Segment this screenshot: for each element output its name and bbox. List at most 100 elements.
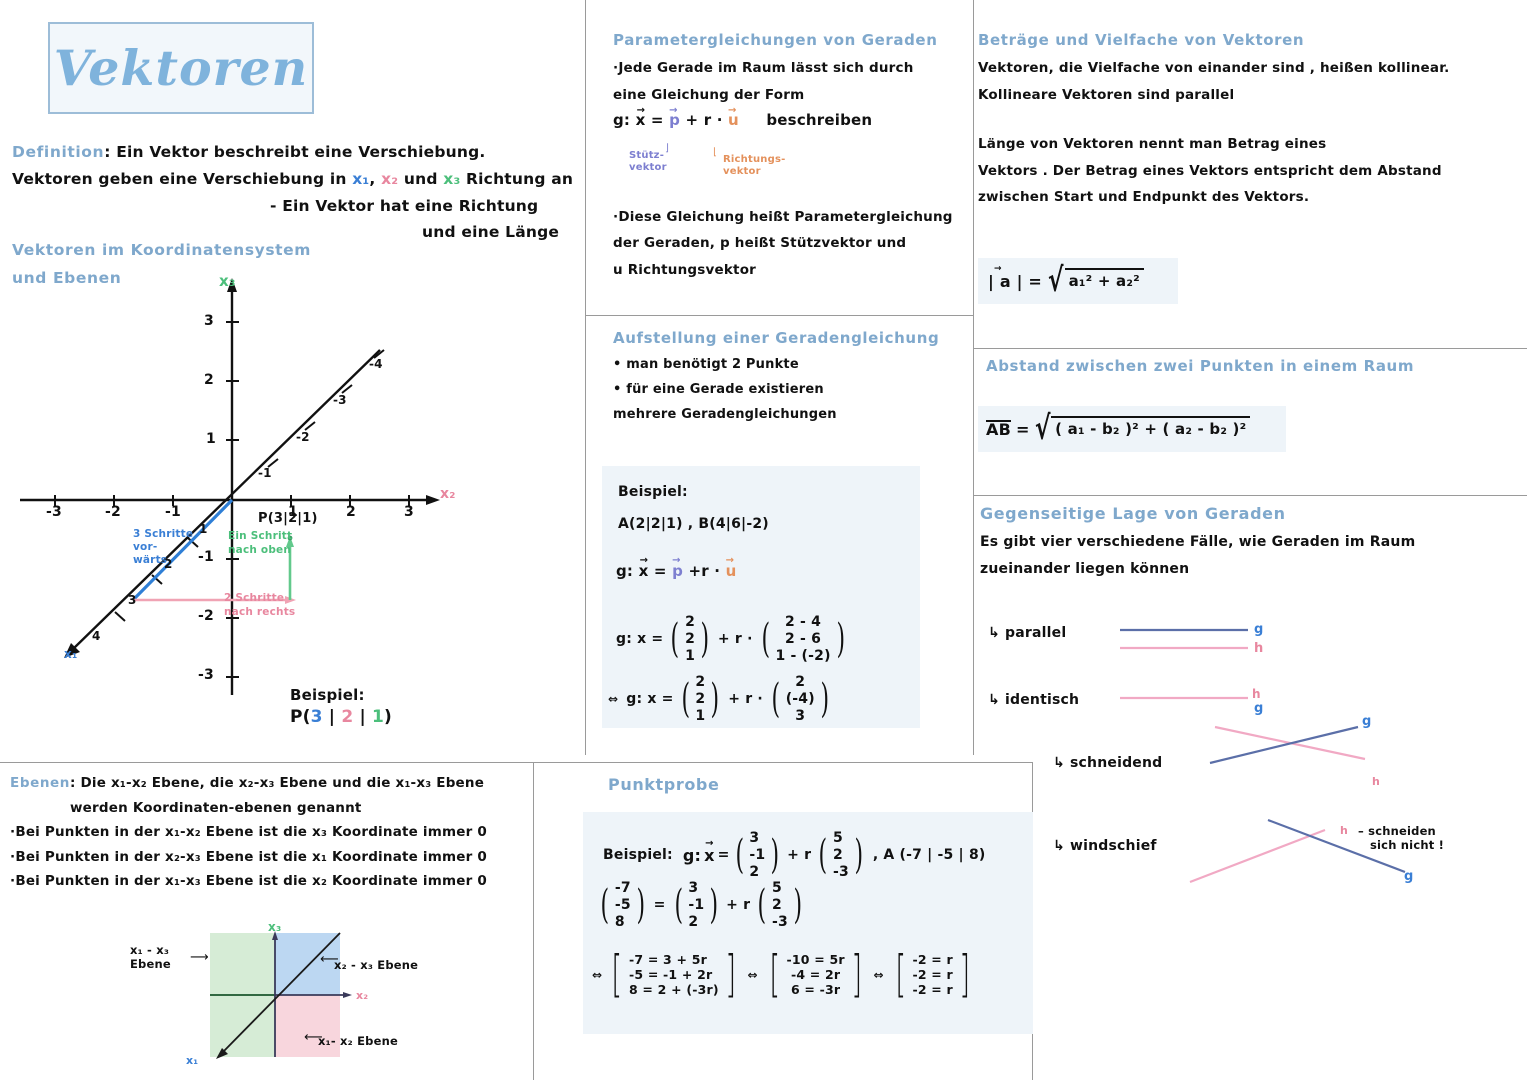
aufst-eq3-vec1-r3: 1 <box>695 707 706 724</box>
bracket-left: [ <box>611 945 623 1003</box>
coord-tick-x1-4: 4 <box>92 629 101 643</box>
aufst-eq2-vec1-r2: 2 <box>685 630 696 647</box>
aufst-eq1-equals: = <box>653 562 667 580</box>
betraege-formula-box: → | a | = √ a₁² + a₂² <box>978 258 1178 304</box>
coord-tick-x1-neg1: -1 <box>258 466 272 480</box>
punktprobe-row2-u-r2: 2 <box>772 896 782 913</box>
coord-tick-x3-2: 2 <box>204 372 214 388</box>
aufstellung-bullet-2: • für eine Gerade existieren <box>613 382 824 398</box>
aufst-eq3-vec2-r1: 2 <box>795 674 806 690</box>
ebenen-label-x1x3: x₁ - x₃ Ebene <box>130 943 171 972</box>
punktprobe-vec-u: (5 2 -3) <box>815 830 867 880</box>
punktprobe-eq-equals: = <box>717 847 730 864</box>
punktprobe-vec-p-r1: 3 <box>749 830 760 846</box>
abstand-formula-equals: = <box>1015 419 1030 439</box>
aufst-eq3-vec2-r3: 3 <box>795 707 806 724</box>
lage-case-schneidend-h: h <box>1372 775 1381 788</box>
radical-icon: √ <box>1047 262 1064 300</box>
paren-left: ( <box>674 881 683 928</box>
page-title: Vektoren <box>53 39 309 97</box>
coord-note-green-line-1: Ein Schritt <box>228 530 293 542</box>
paren-left: ( <box>761 615 770 662</box>
definition-line-4: und eine Länge <box>422 223 560 242</box>
param-annotation-richt-line-1: Richtungs- <box>723 154 786 165</box>
punktprobe-row2-plus: + r <box>726 897 751 914</box>
coord-example-sep2: | <box>353 707 373 727</box>
definition-text-1: : Ein Vektor beschreibt eine Verschiebun… <box>104 143 486 161</box>
ebenen-axis-label-x2: x₂ <box>356 989 369 1002</box>
punktprobe-vec-u-r2: 2 <box>833 846 843 863</box>
divider-bottom-horizontal-left <box>0 762 533 763</box>
lage-case-windschief-note: – schneiden sich nicht ! <box>1358 824 1444 853</box>
aufstellung-example-box: Beispiel: A(2|2|1) , B(4|6|-2) g: → x = →… <box>602 466 920 728</box>
param-heading: Parametergleichungen von Geraden <box>613 31 938 49</box>
punktprobe-equation-1: Beispiel: g: → x = (3 -1 2) + r (5 2 -3) , A … <box>603 830 985 880</box>
punktprobe-vec-u-r1: 5 <box>833 830 843 846</box>
coord-point-label: P(3|2|1) <box>258 511 318 526</box>
punktprobe-row2-u-r1: 5 <box>772 880 782 896</box>
aufstellung-heading: Aufstellung einer Geradengleichung <box>613 329 940 347</box>
punktprobe-row2-vec-p: (3 -1 2) <box>671 880 723 930</box>
aufst-eq2-vec2-r3: 1 - (-2) <box>775 647 831 664</box>
punktprobe-row2-lhs-r1: -7 <box>614 880 631 896</box>
aufst-eq2-vec1: (2 2 1) <box>667 614 713 664</box>
abstand-radicand: ( a₁ - b₂ )² + ( a₂ - b₂ )² <box>1051 416 1251 442</box>
ebenen-axis-label-x3: x₃ <box>268 920 282 934</box>
ebenen-label-x1x3-line-2: Ebene <box>130 957 171 972</box>
param-eq-plus: + r · <box>685 111 723 130</box>
param-annotation-stuetz-line-1: Stütz- <box>629 150 665 161</box>
divider-vertical-right <box>973 0 974 755</box>
coord-example-sep1: | <box>322 707 342 727</box>
aufst-eq2-vec1-r3: 1 <box>685 647 696 664</box>
lage-case-parallel-diagram <box>1120 620 1270 656</box>
punktprobe-sys1-r3: 8 = 2 + (-3r) <box>628 982 719 997</box>
coord-heading-line-1: Vektoren im Koordinatensystem <box>12 241 312 259</box>
lage-windschief-note-line-2: sich nicht ! <box>1370 838 1445 853</box>
coord-example-point: P(3 | 2 | 1) <box>290 706 392 730</box>
ebenen-line-3: ·Bei Punkten in der x₁-x₂ Ebene ist die … <box>10 824 487 841</box>
punktprobe-sys3-r1: -2 = r <box>912 952 953 967</box>
betraege-line-3: Länge von Vektoren nennt man Betrag eine… <box>978 136 1327 153</box>
punktprobe-system-1: [-7 = 3 + 5r -5 = -1 + 2r 8 = 2 + (-3r)] <box>607 945 740 1003</box>
betraege-radicand: a₁² + a₂² <box>1064 268 1144 294</box>
coord-axis-label-x1: x₁ <box>64 647 78 661</box>
lage-heading: Gegenseitige Lage von Geraden <box>980 504 1286 523</box>
definition-comma: , <box>369 169 382 188</box>
lage-case-identisch-g: g <box>1254 701 1264 716</box>
betraege-line-5: zwischen Start und Endpunkt des Vektors. <box>978 189 1310 206</box>
definition-text-2a: Vektoren geben eine Verschiebung in <box>12 169 353 188</box>
ebenen-label-x2x3: x₂ - x₃ Ebene <box>334 958 419 972</box>
aufstellung-bullet-3: mehrere Geradengleichungen <box>613 407 837 423</box>
bracket-right: ] <box>851 945 863 1003</box>
bracket-left: [ <box>895 945 907 1003</box>
paren-right: ) <box>854 831 864 878</box>
punktprobe-heading: Punktprobe <box>608 775 720 794</box>
param-eq-g: g: <box>613 111 631 130</box>
axis-x3-inline: x₃ <box>443 169 461 188</box>
punktprobe-sys2-r1: -10 = 5r <box>786 952 845 967</box>
definition-block: Definition: Ein Vektor beschreibt eine V… <box>12 143 573 242</box>
paren-right: ) <box>836 615 845 662</box>
punktprobe-system-3: [-2 = r -2 = r -2 = r] <box>891 945 975 1003</box>
aufstellung-points: A(2|2|1) , B(4|6|-2) <box>618 516 769 532</box>
definition-line-2: Vektoren geben eine Verschiebung in x₁, … <box>12 169 573 189</box>
coord-note-blue-line-2: vor- <box>133 541 158 554</box>
abstand-sqrt: √( a₁ - b₂ )² + ( a₂ - b₂ )² <box>1034 413 1251 445</box>
coord-example-v3: 1 <box>372 707 385 727</box>
lage-case-schneidend-diagram <box>1209 715 1370 775</box>
aufst-eq1-p: → p <box>672 555 684 580</box>
betraege-line-1: Vektoren, die Vielfache von einander sin… <box>978 60 1450 77</box>
punktprobe-eq-x: → x <box>704 837 715 865</box>
paren-right: ) <box>709 881 719 928</box>
betraege-heading: Beträge und Vielfache von Vektoren <box>978 31 1305 49</box>
punktprobe-vec-p: (3 -1 2) <box>732 830 784 880</box>
paren-left: ( <box>735 831 744 878</box>
aufstellung-bullet-1: • man benötigt 2 Punkte <box>613 357 799 373</box>
aufst-eq1-u: → u <box>725 555 737 580</box>
coord-tick-x3-neg1: -1 <box>198 549 214 565</box>
param-eq-x: → x <box>635 105 646 130</box>
aufstellung-block: Aufstellung einer Geradengleichung • man… <box>613 329 965 423</box>
lage-windschief-note-line-1: – schneiden <box>1358 824 1436 838</box>
aufstellung-equation-general: g: → x = → p +r · → u <box>616 555 737 580</box>
punktprobe-sys1-r1: -7 = 3 + 5r <box>628 952 707 967</box>
